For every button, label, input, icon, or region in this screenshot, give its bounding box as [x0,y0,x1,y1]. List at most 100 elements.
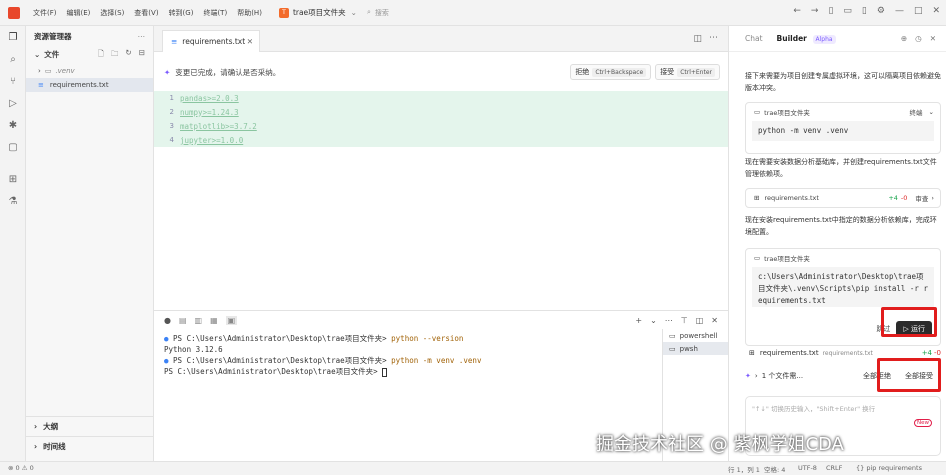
chevron-right-icon: › [38,67,41,75]
debug-console-icon[interactable]: ▣ [225,315,238,325]
chevron-down-icon[interactable]: ⌄ [650,316,657,325]
problems-status[interactable]: ⊗ 0 ⚠ 0 [8,464,34,472]
layout-panel-icon[interactable]: ▭ [843,6,852,16]
close-icon[interactable]: ✕ [247,37,253,46]
language-mode[interactable]: {} pip requirements [856,464,922,472]
new-chat-icon[interactable]: ⊕ [901,34,907,43]
menu-go[interactable]: 转到(G) [164,8,199,18]
chevron-right-icon[interactable]: › [755,372,758,380]
additions-count: +4 [888,194,898,202]
code-line[interactable]: 4 jupyter>=1.0.0 [154,133,728,147]
app-logo-icon [8,6,20,19]
new-file-icon[interactable]: 🗋 [98,48,104,61]
sparkle-icon: ✦ [745,372,751,380]
split-editor-icon[interactable]: ◫ [693,34,702,44]
search-icon[interactable]: ⌕ [0,48,26,70]
terminal-item-powershell[interactable]: ▭ powershell [663,329,728,342]
editor[interactable]: ✦ 变更已完成，请确认是否采纳。 拒绝 Ctrl+Backspace 接受 Ctrl… [154,52,728,310]
terminal-card: ▭ trae项目文件夹 终端 ⌄ python -m venv .venv [745,102,941,154]
history-icon[interactable]: ◷ [915,34,922,43]
summary-text: 1 个文件需... [761,372,804,380]
code-line[interactable]: 1 pandas>=2.0.3 [154,91,728,105]
menu-selection[interactable]: 选择(S) [95,8,129,18]
terminal-tab-icon[interactable]: ● [164,316,171,325]
chevron-down-icon[interactable]: ⌄ [929,108,934,116]
more-icon[interactable]: ⋯ [138,32,146,41]
tab-requirements[interactable]: ≡ requirements.txt ✕ [162,30,260,52]
code-line[interactable]: 3 matplotlib>=3.7.2 [154,119,728,133]
card-header: ▭ trae项目文件夹 终端 ⌄ [746,103,940,121]
remote-icon[interactable]: ▢ [0,136,26,158]
search-box[interactable]: ⌕ 搜索 [367,8,389,18]
prompt: PS C:\Users\Administrator\Desktop\trae项目… [164,367,383,376]
files-section-header[interactable]: ⌄ 文件 🗋 🗀 ↻ ⊟ [26,46,153,62]
flask-icon[interactable]: ⚗ [0,190,26,212]
close-panel-icon[interactable]: ✕ [711,316,718,325]
terminal-line: ● PS C:\Users\Administrator\Desktop\trae… [154,355,662,366]
code-text: matplotlib>=3.7.2 [180,121,257,131]
terminal-line: ● PS C:\Users\Administrator\Desktop\trae… [154,333,662,344]
assistant-message: 现在安装requirements.txt中指定的数据分析依赖库，完成环境配置。 [745,216,937,236]
file-icon: ⊞ [749,349,755,357]
problems-tab-icon[interactable]: ▥ [195,316,203,325]
menu-edit[interactable]: 编辑(E) [62,8,96,18]
menu-terminal[interactable]: 终端(T) [198,8,232,18]
menu-help[interactable]: 帮助(H) [232,8,267,18]
layout-right-icon[interactable]: ▯ [862,6,867,16]
outline-label: 大纲 [43,422,59,431]
run-debug-icon[interactable]: ▷ [0,92,26,114]
code-line[interactable]: 2 numpy>=1.24.3 [154,105,728,119]
encoding[interactable]: UTF-8 [798,464,817,472]
menu-view[interactable]: 查看(V) [129,8,163,18]
status-dot-icon: ● [164,334,174,343]
output-text: Python 3.12.6 [164,345,223,354]
terminal-output[interactable]: ● PS C:\Users\Administrator\Desktop\trae… [154,329,662,377]
indent-setting[interactable]: 空格: 4 [764,464,785,474]
layout-sidebar-icon[interactable]: ▯ [828,6,833,16]
chevron-right-icon: › [931,194,934,202]
review-button[interactable]: 审查 [915,193,928,203]
bug-icon[interactable]: ✱ [0,114,26,136]
status-dot-icon: ● [164,356,174,365]
explorer-icon[interactable]: ❐ [0,26,26,48]
folder-icon: ▭ [44,67,52,75]
code-text: pandas>=2.0.3 [180,93,239,103]
add-terminal-icon[interactable]: + [635,316,642,325]
maximize-icon[interactable]: □ [914,6,923,16]
timeline-section[interactable]: › 时间线 [26,436,154,456]
tree-item-requirements[interactable]: ≡ requirements.txt [26,78,153,92]
more-icon[interactable]: ⋯ [665,316,673,325]
reject-button[interactable]: 拒绝 Ctrl+Backspace [570,64,652,80]
tab-chat[interactable]: Chat [745,34,763,43]
assistant-message: 接下来需要为项目创建专属虚拟环境，这可以隔离项目依赖避免版本冲突。 [745,72,941,92]
tree-item-venv[interactable]: › ▭ .venv [26,64,153,78]
ports-tab-icon[interactable]: ▦ [210,316,218,325]
project-switcher[interactable]: T trae项目文件夹 ⌄ [278,7,357,18]
collapse-icon[interactable]: ⊟ [139,48,145,61]
settings-icon[interactable]: ⚙ [877,6,885,16]
maximize-panel-icon[interactable]: ⊤ [681,316,688,325]
eol-setting[interactable]: CRLF [826,464,842,472]
split-terminal-icon[interactable]: ◫ [696,316,704,325]
new-folder-icon[interactable]: 🗀 [111,48,119,61]
accept-button[interactable]: 接受 Ctrl+Enter [655,64,720,80]
refresh-icon[interactable]: ↻ [125,48,131,61]
card-action[interactable]: 终端 [910,107,923,117]
output-tab-icon[interactable]: ▤ [179,316,187,325]
cursor-position[interactable]: 行 1，列 1 [728,464,760,474]
menu-file[interactable]: 文件(F) [28,8,62,18]
terminal-item-pwsh[interactable]: ▭ pwsh [663,342,728,355]
command-block: python -m venv .venv [752,121,934,141]
source-control-icon[interactable]: ⑂ [0,70,26,92]
card-title: trae项目文件夹 [764,109,810,117]
forward-icon[interactable]: → [811,6,819,16]
extensions-icon[interactable]: ⊞ [0,168,26,190]
close-icon[interactable]: ✕ [930,34,936,43]
close-icon[interactable]: ✕ [932,6,940,16]
tab-builder[interactable]: Builder Alpha [777,34,836,44]
minimize-icon[interactable]: — [895,6,904,16]
more-icon[interactable]: ⋯ [709,33,718,43]
outline-section[interactable]: › 大纲 [26,416,154,436]
file-change-card[interactable]: ⊞ requirements.txt +4 -0 审查 › [745,188,941,208]
back-icon[interactable]: ← [793,6,801,16]
